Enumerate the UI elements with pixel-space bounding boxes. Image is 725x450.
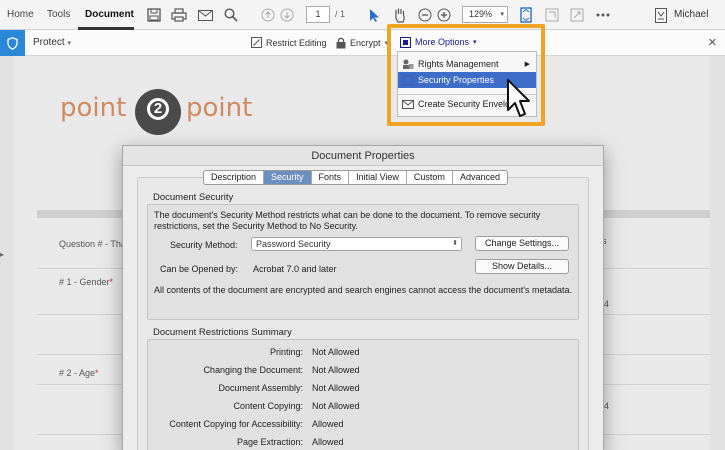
tab-description[interactable]: Description [204, 171, 265, 184]
restriction-label: Content Copying for Accessibility: [169, 419, 303, 429]
more-tools-icon[interactable] [594, 6, 612, 24]
encrypt-label: Encrypt [350, 38, 381, 48]
encrypt-menu[interactable]: Encrypt ▾ [336, 37, 388, 49]
restrict-editing-label: Restrict Editing [266, 37, 327, 48]
required-marker: * [95, 368, 99, 378]
restriction-label: Page Extraction: [236, 437, 303, 447]
document-right-value: 4 [604, 299, 610, 309]
mail-icon[interactable] [196, 6, 214, 24]
tab-tools[interactable]: Tools [47, 9, 70, 20]
change-settings-button[interactable]: Change Settings... [475, 236, 569, 251]
panel-expand-icon[interactable]: ▸ [0, 250, 4, 259]
restriction-label: Printing: [269, 347, 303, 357]
save-icon[interactable] [145, 6, 163, 24]
lock-icon [336, 37, 346, 49]
restrict-editing-button[interactable]: Restrict Editing [251, 37, 327, 48]
chevron-down-icon: ▾ [67, 40, 71, 47]
dialog-title: Document Properties [123, 146, 603, 166]
create-security-envelope-label: Create Security Envelo [418, 99, 511, 109]
protect-menu[interactable]: Protect ▾ [33, 37, 71, 48]
show-details-button[interactable]: Show Details... [475, 259, 569, 274]
opened-by-label: Can be Opened by: [160, 264, 239, 274]
rights-management-icon [403, 59, 414, 69]
zoom-level-select[interactable]: 129% ▾ [462, 6, 508, 23]
logo-text-left: point [60, 93, 127, 123]
gender-label: # 1 - Gender [59, 277, 110, 287]
restriction-label: Changing the Document: [203, 365, 303, 375]
rights-management-label: Rights Management [418, 59, 499, 69]
next-page-icon[interactable] [278, 6, 296, 24]
restriction-label: Document Assembly: [218, 383, 303, 393]
page-number-input[interactable]: 1 [306, 6, 330, 23]
fit-page-icon[interactable] [517, 6, 535, 24]
document-row-age: # 2 - Age* [59, 368, 99, 378]
required-marker: * [109, 277, 114, 287]
logo-badge: 2 [135, 89, 181, 135]
tab-initial-view[interactable]: Initial View [349, 171, 407, 184]
restriction-label: Content Copying: [233, 401, 303, 411]
select-arrows-icon: ⬍ [452, 240, 458, 247]
more-options-icon [400, 36, 411, 48]
protect-toolbar: Protect ▾ Restrict Editing Encrypt ▾ × [0, 30, 725, 56]
chevron-down-icon: ▾ [500, 11, 504, 18]
section-document-security: Document Security [153, 192, 234, 203]
tab-home[interactable]: Home [7, 9, 34, 20]
document-row-gender: # 1 - Gender* [59, 277, 113, 287]
security-method-select[interactable]: Password Security ⬍ [251, 237, 462, 251]
zoom-out-icon[interactable] [416, 6, 434, 24]
hand-tool-icon[interactable] [391, 6, 409, 24]
security-description: The document's Security Method restricts… [154, 210, 541, 231]
restriction-value: Allowed [312, 437, 344, 447]
restriction-value: Not Allowed [312, 365, 360, 375]
logo-text-right: point [186, 93, 253, 123]
section-restrictions-summary: Document Restrictions Summary [153, 327, 292, 338]
select-pointer-icon[interactable] [366, 6, 384, 24]
security-properties-icon [402, 75, 414, 85]
zoom-level-value: 129% [469, 9, 493, 19]
shield-icon [0, 30, 25, 56]
tab-fonts[interactable]: Fonts [312, 171, 350, 184]
logo-number: 2 [153, 100, 163, 117]
tab-advanced[interactable]: Advanced [453, 171, 507, 184]
opened-by-value: Acrobat 7.0 and later [253, 264, 337, 274]
mouse-cursor-icon [506, 78, 532, 123]
restriction-value: Not Allowed [312, 401, 360, 411]
print-icon[interactable] [170, 6, 188, 24]
security-method-label: Security Method: [170, 240, 238, 250]
more-options-menu[interactable]: More Options ▾ [397, 33, 537, 51]
chevron-down-icon: ▾ [473, 39, 477, 46]
more-options-label: More Options [415, 37, 470, 47]
security-properties-label: Security Properties [418, 75, 495, 85]
tab-security[interactable]: Security [264, 171, 312, 184]
close-icon[interactable]: × [708, 35, 717, 50]
restriction-value: Allowed [312, 419, 344, 429]
document-right-value: 4 [604, 401, 610, 411]
envelope-icon [402, 99, 414, 109]
document-question-header: Question # - Tha [59, 239, 126, 249]
protect-label: Protect [33, 37, 65, 48]
page-thumbnail-icon[interactable] [543, 6, 561, 24]
encryption-note: All contents of the document are encrypt… [154, 285, 572, 295]
top-toolbar: Home Tools Document 1 / 1 129% ▾ Michael [0, 0, 725, 30]
document-properties-dialog: Document Properties Description Security… [122, 145, 604, 450]
dialog-tab-bar: Description Security Fonts Initial View … [203, 170, 508, 185]
full-screen-icon[interactable] [568, 6, 586, 24]
previous-page-icon[interactable] [259, 6, 277, 24]
tab-document[interactable]: Document [85, 9, 134, 20]
zoom-in-icon[interactable] [435, 6, 453, 24]
age-label: # 2 - Age [59, 368, 96, 378]
restrict-editing-icon [251, 37, 262, 48]
user-name[interactable]: Michael [674, 9, 708, 20]
restriction-value: Not Allowed [312, 347, 360, 357]
security-method-value: Password Security [256, 239, 331, 249]
menu-item-rights-management[interactable]: Rights Management ▶ [398, 56, 536, 72]
document-cloud-icon[interactable] [652, 6, 670, 24]
submenu-arrow-icon: ▶ [524, 61, 530, 68]
search-icon[interactable] [222, 6, 240, 24]
tab-custom[interactable]: Custom [407, 171, 453, 184]
restriction-value: Not Allowed [312, 383, 360, 393]
page-total: / 1 [335, 9, 346, 19]
